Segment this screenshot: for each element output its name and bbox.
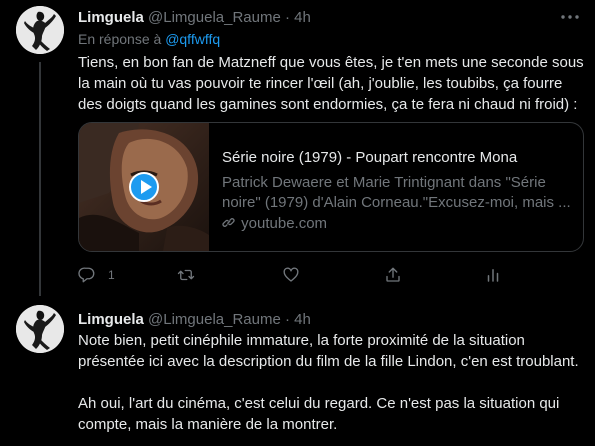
reply-context: En réponse à @qffwffq	[78, 31, 220, 47]
avatar-image	[16, 6, 64, 54]
timestamp[interactable]: 4h	[294, 311, 311, 328]
author-handle[interactable]: @Limguela_Raume	[148, 9, 281, 26]
more-icon[interactable]	[559, 10, 581, 24]
reply-button[interactable]: 1	[78, 264, 115, 286]
stats-icon	[487, 269, 499, 282]
avatar-image	[16, 305, 64, 353]
card-domain[interactable]: youtube.com	[222, 215, 327, 232]
timestamp[interactable]: 4h	[294, 9, 311, 26]
link-preview-card[interactable]: Série noire (1979) - Poupart rencontre M…	[78, 122, 584, 252]
card-description: Patrick Dewaere et Marie Trintignant dan…	[222, 174, 571, 211]
avatar[interactable]	[16, 6, 64, 54]
share-icon	[386, 267, 400, 282]
link-icon	[222, 218, 235, 227]
heart-icon	[283, 267, 299, 282]
separator-dot: ·	[285, 311, 290, 328]
tweet-actions: 1	[78, 264, 508, 286]
author-name[interactable]: Limguela	[78, 9, 144, 26]
retweet-button[interactable]	[177, 264, 195, 286]
analytics-button[interactable]	[484, 264, 502, 286]
reply-count: 1	[108, 268, 115, 282]
card-domain-text: youtube.com	[241, 215, 328, 232]
author-handle[interactable]: @Limguela_Raume	[148, 311, 281, 328]
tweet-text: Tiens, en bon fan de Matzneff que vous ê…	[78, 54, 588, 113]
tweet-header: Limguela @Limguela_Raume · 4h	[78, 9, 311, 26]
retweet-icon	[177, 269, 195, 281]
tweet-header: Limguela @Limguela_Raume · 4h	[78, 311, 311, 328]
reply-prefix: En réponse à	[78, 31, 162, 47]
like-button[interactable]	[282, 264, 300, 286]
tweet[interactable]: Limguela @Limguela_Raume · 4h En réponse…	[0, 0, 595, 296]
avatar[interactable]	[16, 305, 64, 353]
reply-icon	[78, 267, 95, 283]
separator-dot: ·	[285, 9, 290, 26]
share-button[interactable]	[384, 264, 402, 286]
reply-mention-link[interactable]: @qffwffq	[165, 31, 220, 47]
author-name[interactable]: Limguela	[78, 311, 144, 328]
card-title[interactable]: Série noire (1979) - Poupart rencontre M…	[222, 149, 517, 166]
tweet-text: Note bien, petit cinéphile immature, la …	[78, 332, 579, 433]
video-thumbnail[interactable]	[79, 123, 209, 251]
play-icon[interactable]	[129, 172, 159, 202]
tweet[interactable]: Limguela @Limguela_Raume · 4h Note bien,…	[0, 296, 595, 446]
